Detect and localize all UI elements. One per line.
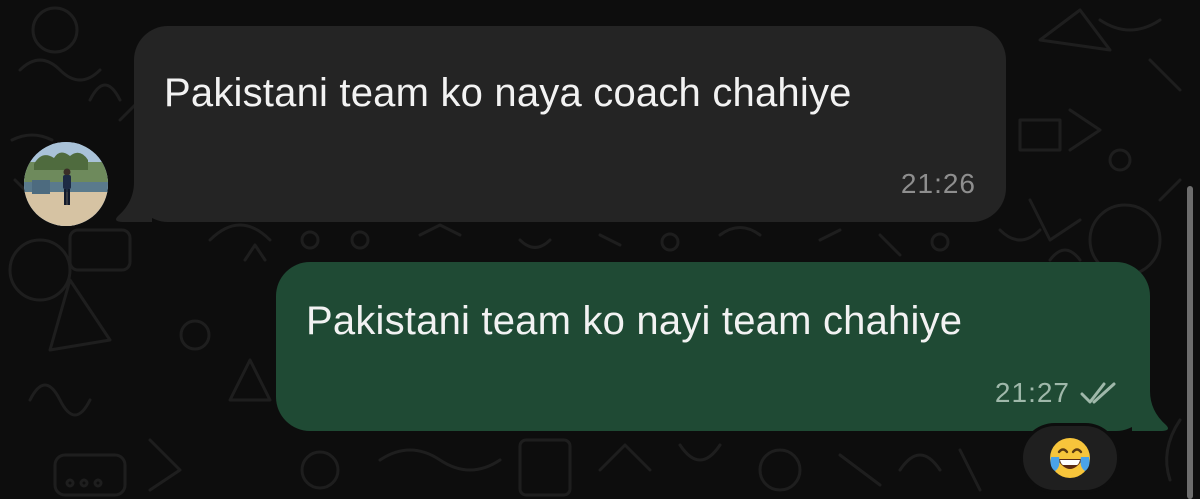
message-text: Pakistani team ko nayi team chahiye: [306, 299, 963, 343]
message-reaction[interactable]: [1020, 423, 1120, 493]
laughing-emoji-icon: [1050, 438, 1090, 478]
bubble-tail-icon: [116, 182, 152, 222]
double-check-read-icon: [1080, 382, 1116, 404]
outgoing-message-bubble[interactable]: Pakistani team ko nayi team chahiye 21:2…: [276, 262, 1168, 431]
avatar-photo-icon: [24, 142, 108, 226]
incoming-message-bubble[interactable]: Pakistani team ko naya coach chahiye 21:…: [116, 26, 1006, 222]
chat-view: Pakistani team ko naya coach chahiye 21:…: [0, 0, 1200, 499]
message-meta: 21:27: [995, 377, 1120, 409]
message-timestamp: 21:27: [994, 377, 1070, 408]
message-text: Pakistani team ko naya coach chahiye: [164, 71, 852, 115]
bubble-tail-icon: [1132, 391, 1168, 431]
chat-scrollbar[interactable]: [1187, 186, 1193, 499]
message-timestamp: 21:26: [900, 168, 976, 199]
contact-avatar[interactable]: [24, 142, 108, 226]
